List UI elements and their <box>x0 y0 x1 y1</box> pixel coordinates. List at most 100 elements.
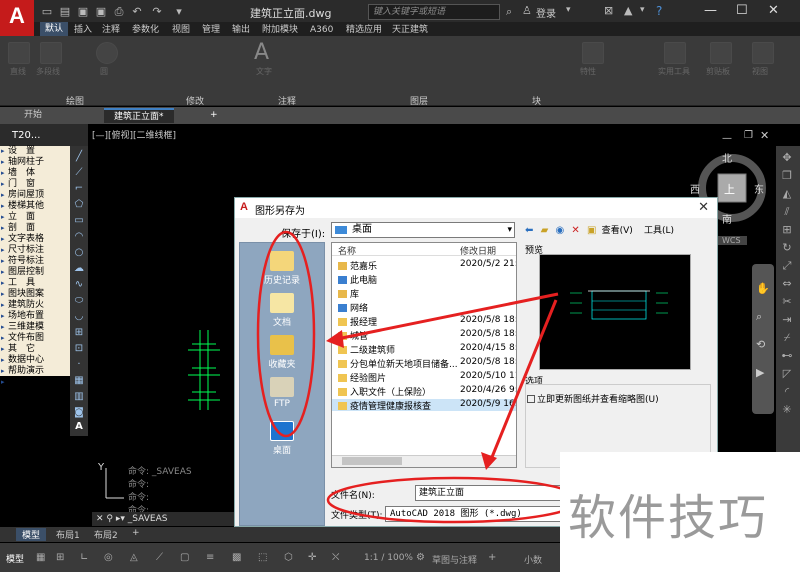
list-item[interactable]: 入职文件（上保险） 2020/4/26 9: <box>338 385 516 398</box>
group-draw[interactable]: 绘图 <box>66 94 84 107</box>
save-in-dropdown[interactable]: 桌面 ▾ <box>331 222 515 238</box>
add-layout-button[interactable]: + <box>126 528 146 538</box>
tangent-menu-item[interactable]: ▸ 立 面 <box>0 212 70 223</box>
compass-east[interactable]: 东 <box>754 181 764 196</box>
xline-tool-icon[interactable]: ⟋ <box>72 166 86 180</box>
exchange-icon[interactable]: ⊠ <box>604 4 613 17</box>
login-dropdown-icon[interactable]: ▾ <box>566 5 571 15</box>
break-tool-icon[interactable]: ⌿ <box>779 330 795 346</box>
tangent-menu-item[interactable]: ▸ 楼梯其他 <box>0 201 70 212</box>
viewcube-top-face[interactable]: 上 <box>724 181 735 197</box>
tangent-menu-item[interactable]: ▸ 尺寸标注 <box>0 245 70 256</box>
line-icon[interactable] <box>8 42 30 64</box>
list-item[interactable]: 网络 <box>338 301 368 314</box>
tab-insert[interactable]: 插入 <box>74 23 92 37</box>
tangent-menu-item[interactable]: ▸ 在线购买 <box>0 377 70 388</box>
annotation-visibility-icon[interactable]: ⛌ <box>332 552 339 563</box>
list-item[interactable]: 此电脑 <box>338 273 377 286</box>
delete-icon[interactable]: ✕ <box>571 225 579 236</box>
tangent-menu-item[interactable]: ▸ 图层控制 <box>0 267 70 278</box>
tab-model[interactable]: 模型 <box>16 528 47 541</box>
utilities-icon[interactable] <box>664 42 686 64</box>
list-item[interactable]: 二级建筑师 2020/4/15 8:4 <box>338 343 516 356</box>
gradient-tool-icon[interactable]: ▥ <box>72 390 86 404</box>
zoom-icon[interactable]: ⌕ <box>756 310 762 324</box>
list-item[interactable]: 城管 2020/5/8 18: <box>338 329 516 342</box>
snap-icon[interactable]: ⊞ <box>56 552 64 563</box>
tangent-menu-item[interactable]: ▸ 房间屋顶 <box>0 190 70 201</box>
autocad-logo-button[interactable]: A <box>0 0 34 36</box>
spline-tool-icon[interactable]: ∿ <box>72 278 86 292</box>
maximize-button[interactable]: ☐ <box>736 3 748 18</box>
3d-osnap-icon[interactable]: ⬡ <box>284 552 293 563</box>
region-tool-icon[interactable]: ◙ <box>72 406 86 420</box>
point-tool-icon[interactable]: · <box>72 358 86 372</box>
compass-west[interactable]: 西 <box>690 181 700 196</box>
ortho-icon[interactable]: ∟ <box>80 552 88 563</box>
tangent-menu-item[interactable]: ▸ 剖 面 <box>0 223 70 234</box>
viewport-restore-icon[interactable]: ❐ <box>744 130 753 141</box>
workspace-gear-icon[interactable]: ⚙ <box>416 552 425 563</box>
group-layers[interactable]: 图层 <box>410 94 428 107</box>
place-ftp[interactable]: FTP <box>250 377 314 409</box>
place-desktop[interactable]: 桌面 <box>250 421 314 456</box>
insert-block-tool-icon[interactable]: ⊞ <box>72 326 86 340</box>
line-tool-icon[interactable]: ╱ <box>72 150 86 164</box>
tangent-menu-item[interactable]: ▸ 数据中心 <box>0 355 70 366</box>
undo-icon[interactable]: ↶ <box>130 5 144 18</box>
add-icon[interactable]: + <box>488 552 496 563</box>
tangent-menu-item[interactable]: ▸ 三维建模 <box>0 322 70 333</box>
command-line-input[interactable]: ✕ ⚲ ▸▾ _SAVEAS <box>92 512 252 526</box>
new-file-icon[interactable]: ▭ <box>40 5 54 18</box>
new-folder-icon[interactable]: ▣ <box>587 225 596 236</box>
mirror-tool-icon[interactable]: ◭ <box>779 186 795 202</box>
transparency-icon[interactable]: ▩ <box>232 552 241 563</box>
connect-icon[interactable]: ▲ <box>624 4 632 17</box>
ellipse-arc-tool-icon[interactable]: ◡ <box>72 310 86 324</box>
connect-dropdown-icon[interactable]: ▾ <box>640 5 645 15</box>
rectangle-tool-icon[interactable]: ▭ <box>72 214 86 228</box>
add-tab-button[interactable]: + <box>200 108 228 123</box>
offset-tool-icon[interactable]: ⫽ <box>779 204 795 220</box>
showmotion-icon[interactable]: ▶ <box>756 366 764 379</box>
trim-tool-icon[interactable]: ✂ <box>779 294 795 310</box>
circle-icon[interactable] <box>96 42 118 64</box>
open-folder-icon[interactable]: ▤ <box>58 5 72 18</box>
orbit-icon[interactable]: ⟲ <box>756 338 765 351</box>
polar-icon[interactable]: ◎ <box>104 552 113 563</box>
file-list[interactable]: 名称 修改日期 范嘉乐2020/5/2 21:2 此电脑 库 网络 报经理202… <box>331 242 517 468</box>
view-menu[interactable]: 查看(V) <box>602 226 633 236</box>
tangent-menu-item[interactable]: ▸ 文件布图 <box>0 333 70 344</box>
tangent-menu-item[interactable]: ▸ 符号标注 <box>0 256 70 267</box>
back-icon[interactable]: ⬅ <box>525 225 533 236</box>
tangent-menu-item[interactable]: ▸ 工 具 <box>0 278 70 289</box>
viewport-close-icon[interactable]: ✕ <box>760 129 769 142</box>
make-block-tool-icon[interactable]: ⊡ <box>72 342 86 356</box>
revcloud-tool-icon[interactable]: ☁ <box>72 262 86 276</box>
tab-featured-apps[interactable]: 精选应用 <box>346 23 382 37</box>
pan-icon[interactable]: ✋ <box>756 282 770 295</box>
save-icon[interactable]: ▣ <box>76 5 90 18</box>
tangent-menu-item[interactable]: ▸ 场地布置 <box>0 311 70 322</box>
text-icon[interactable]: A <box>254 40 276 65</box>
tangent-menu-item[interactable]: ▸ 帮助演示 <box>0 366 70 377</box>
compass-south[interactable]: 南 <box>722 211 732 226</box>
login-button[interactable]: 登录 <box>536 5 556 20</box>
viewport-label[interactable]: [—][俯视][二维线框] <box>92 128 176 141</box>
list-item-selected[interactable]: 疫情管理健康报核查 2020/5/9 16: <box>332 399 516 412</box>
tab-layout1[interactable]: 布局1 <box>50 528 86 541</box>
compass-north[interactable]: 北 <box>722 150 732 165</box>
place-favorites[interactable]: 收藏夹 <box>250 335 314 370</box>
group-block[interactable]: 块 <box>532 94 541 107</box>
polyline-icon[interactable] <box>40 42 62 64</box>
join-tool-icon[interactable]: ⊷ <box>779 348 795 364</box>
tangent-menu-item[interactable]: ▸ 轴网柱子 <box>0 157 70 168</box>
properties-icon[interactable] <box>582 42 604 64</box>
tab-start[interactable]: 开始 <box>14 108 52 123</box>
place-history[interactable]: 历史记录 <box>250 251 314 286</box>
place-documents[interactable]: 文档 <box>250 293 314 328</box>
tangent-menu-item[interactable]: ▸ 门 窗 <box>0 179 70 190</box>
tab-annotate[interactable]: 注释 <box>102 23 120 37</box>
osnap-icon[interactable]: ▢ <box>180 552 189 563</box>
polyline-tool-icon[interactable]: ⌐ <box>72 182 86 196</box>
